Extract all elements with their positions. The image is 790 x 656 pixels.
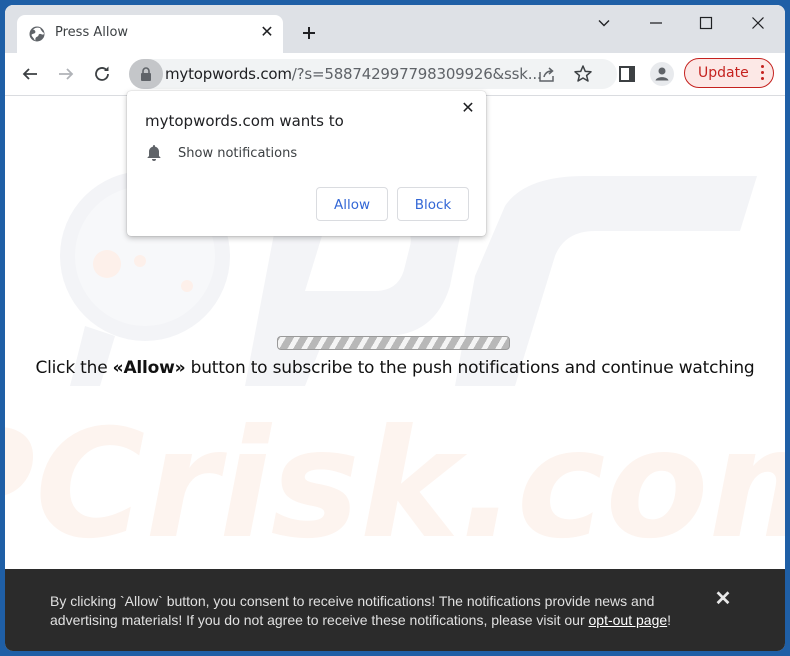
banner-close-icon[interactable]: ✕ — [713, 589, 733, 609]
popup-title: mytopwords.com wants to — [145, 112, 344, 130]
consent-text-end: ! — [667, 611, 672, 628]
window-close-button[interactable] — [743, 11, 773, 35]
side-panel-icon[interactable] — [615, 62, 639, 86]
update-label: Update — [698, 65, 749, 81]
maximize-icon — [699, 16, 713, 30]
notification-permission-popup: mytopwords.com wants to ✕ Show notificat… — [127, 91, 486, 236]
address-bar[interactable]: mytopwords.com/?s=588742997798309926&ssk… — [129, 59, 617, 89]
browser-window: Press Allow ✕ mytopwords.com/?s=58874299… — [5, 5, 785, 651]
new-tab-button[interactable] — [298, 23, 320, 45]
message-prefix: Click the — [35, 358, 113, 378]
lock-icon — [141, 67, 151, 81]
profile-avatar-icon[interactable] — [650, 62, 674, 86]
opt-out-link[interactable]: opt-out page — [589, 612, 668, 628]
tab-strip: Press Allow ✕ — [5, 5, 785, 53]
close-icon — [752, 17, 764, 29]
star-icon[interactable] — [573, 64, 593, 84]
url-path: /?s=588742997798309926&ssk... — [291, 65, 542, 83]
permission-label: Show notifications — [178, 146, 298, 161]
maximize-button[interactable] — [691, 11, 721, 35]
consent-text: By clicking `Allow` button, you consent … — [50, 592, 710, 629]
back-button[interactable] — [18, 62, 42, 86]
message-suffix: button to subscribe to the push notifica… — [185, 358, 755, 378]
tab-search-button[interactable] — [589, 11, 619, 35]
message-highlight: «Allow» — [112, 358, 186, 378]
bell-icon — [147, 145, 161, 161]
chevron-down-icon — [598, 20, 610, 27]
minimize-icon — [650, 22, 662, 24]
browser-toolbar: mytopwords.com/?s=588742997798309926&ssk… — [5, 53, 785, 96]
site-info-button[interactable] — [129, 59, 163, 89]
tab-close-icon[interactable]: ✕ — [257, 23, 277, 43]
arrow-right-icon — [59, 68, 74, 80]
watermark-text: PCrisk.com — [5, 398, 785, 569]
block-button[interactable]: Block — [397, 187, 469, 221]
consent-text-body: By clicking `Allow` button, you consent … — [50, 593, 655, 628]
globe-icon — [29, 26, 45, 42]
instruction-message: Click the «Allow» button to subscribe to… — [5, 358, 785, 378]
kebab-menu-icon[interactable] — [761, 65, 765, 83]
url-domain: mytopwords.com — [165, 65, 292, 83]
plus-icon — [303, 27, 315, 39]
minimize-button[interactable] — [641, 11, 671, 35]
reload-icon — [95, 66, 109, 81]
tab-title: Press Allow — [55, 25, 129, 40]
tab-active[interactable]: Press Allow ✕ — [17, 15, 283, 53]
share-icon[interactable] — [537, 64, 557, 84]
forward-button[interactable] — [54, 62, 78, 86]
consent-banner: By clicking `Allow` button, you consent … — [5, 569, 785, 651]
reload-button[interactable] — [90, 62, 114, 86]
update-button[interactable]: Update — [684, 58, 774, 88]
arrow-left-icon — [22, 68, 37, 80]
loading-progress-bar — [277, 336, 510, 350]
popup-close-icon[interactable]: ✕ — [458, 99, 478, 119]
url-text[interactable]: mytopwords.com/?s=588742997798309926&ssk… — [165, 65, 542, 83]
allow-button[interactable]: Allow — [316, 187, 388, 221]
